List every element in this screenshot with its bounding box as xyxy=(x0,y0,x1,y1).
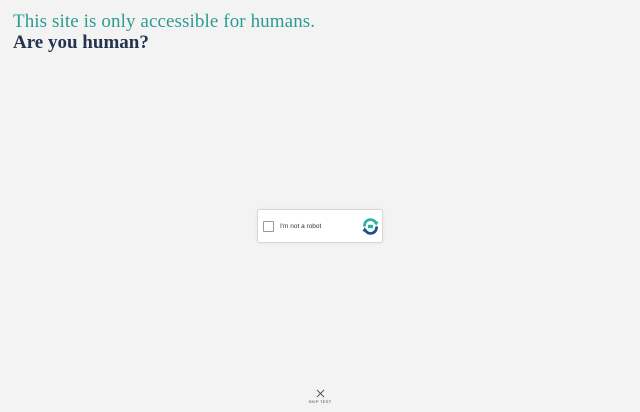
close-icon[interactable] xyxy=(316,389,325,398)
not-a-robot-checkbox[interactable] xyxy=(263,221,274,232)
heading-line-1: This site is only accessible for humans. xyxy=(13,11,316,32)
captcha-logo-icon xyxy=(362,218,379,235)
page-heading: This site is only accessible for humans.… xyxy=(13,11,315,53)
skip-test-button[interactable]: SKIP TEST xyxy=(305,389,335,404)
heading-line-2: Are you human? xyxy=(13,32,149,53)
captcha-widget: I'm not a robot xyxy=(257,209,383,243)
skip-test-label[interactable]: SKIP TEST xyxy=(305,399,335,404)
captcha-checkbox-label[interactable]: I'm not a robot xyxy=(280,221,321,232)
